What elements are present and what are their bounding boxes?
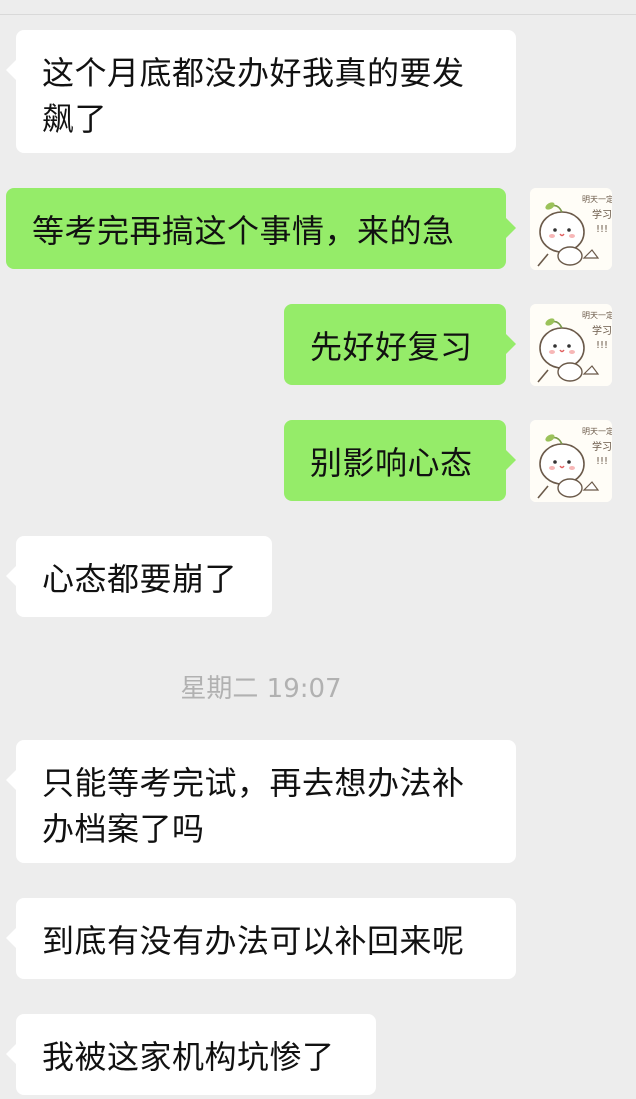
message-text: 到底有没有办法可以补回来呢 [42,922,465,960]
message-bubble-sent[interactable]: 先好好复习 [284,304,516,385]
avatar[interactable]: 明天一定努力 学习 !!! [530,188,612,270]
svg-text:明天一定努力: 明天一定努力 [582,194,612,204]
message-text: 我被这家机构坑惨了 [42,1038,335,1076]
cartoon-avatar-icon: 明天一定努力 学习 !!! [530,304,612,386]
message-bubble-sent[interactable]: 别影响心态 [284,420,516,501]
message-text: 这个月底都没办好我真的要发飙了 [42,54,465,138]
svg-text:明天一定努力: 明天一定努力 [582,426,612,436]
svg-text:明天一定努力: 明天一定努力 [582,310,612,320]
message-text: 心态都要崩了 [42,560,238,598]
avatar[interactable]: 明天一定努力 学习 !!! [530,304,612,386]
message-bubble-received[interactable]: 到底有没有办法可以补回来呢 [6,898,516,979]
cartoon-avatar-icon: 明天一定努力 学习 !!! [530,420,612,502]
timestamp: 星期二 19:07 [180,674,342,704]
top-divider [0,0,636,15]
avatar[interactable]: 明天一定努力 学习 !!! [530,420,612,502]
message-bubble-received[interactable]: 我被这家机构坑惨了 [6,1014,376,1095]
message-text: 先好好复习 [310,328,473,366]
svg-text:学习: 学习 [592,324,612,337]
svg-text:学习: 学习 [592,440,612,453]
cartoon-avatar-icon: 明天一定努力 学习 !!! [530,188,612,270]
svg-text:!!!: !!! [596,340,608,351]
message-text: 别影响心态 [310,444,473,482]
svg-text:!!!: !!! [596,456,608,467]
message-bubble-sent[interactable]: 等考完再搞这个事情，来的急 [6,188,516,269]
message-text: 等考完再搞这个事情，来的急 [32,212,455,250]
message-bubble-received[interactable]: 这个月底都没办好我真的要发飙了 [6,30,516,153]
message-bubble-received[interactable]: 只能等考完试，再去想办法补办档案了吗 [6,740,516,863]
svg-text:学习: 学习 [592,208,612,221]
message-bubble-received[interactable]: 心态都要崩了 [6,536,272,617]
svg-text:!!!: !!! [596,224,608,235]
message-text: 只能等考完试，再去想办法补办档案了吗 [42,764,465,848]
